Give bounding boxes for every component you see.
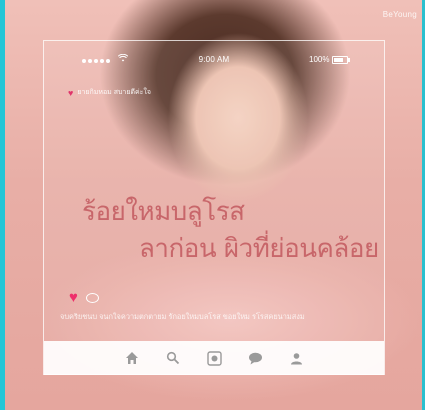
camera-icon[interactable]: [206, 350, 222, 366]
left-accent-bar: [0, 0, 5, 410]
brand-logo: BeYoung: [382, 10, 417, 19]
post-caption: จบคริยชนบ จนกใจความตกตายม รักอยใหมบลโรส …: [60, 312, 305, 321]
headline-line-1: ร้อยใหมบลูโรส: [82, 197, 245, 227]
chat-bubble-icon[interactable]: [247, 350, 263, 366]
battery-percent: 100%: [309, 55, 330, 64]
home-icon[interactable]: [124, 350, 140, 366]
phone-mockup-frame: 9:00 AM 100% ♥ ยายกิมหอม สบายดีค่ะใจ ร้อ…: [43, 40, 385, 375]
bottom-tab-bar: [44, 341, 384, 375]
status-bar: 9:00 AM 100%: [44, 53, 384, 69]
post-account-row[interactable]: ♥ ยายกิมหอม สบายดีค่ะใจ: [68, 87, 151, 98]
search-icon[interactable]: [165, 350, 181, 366]
post-actions: ♥: [69, 290, 99, 305]
heart-icon: ♥: [68, 87, 74, 98]
comment-icon[interactable]: [85, 292, 99, 303]
like-heart-icon[interactable]: ♥: [69, 290, 78, 305]
account-name: ยายกิมหอม สบายดีค่ะใจ: [77, 89, 151, 96]
profile-icon[interactable]: [288, 350, 304, 366]
battery-icon: [332, 56, 350, 64]
headline-line-2: ลาก่อน ผิวที่ย่อนคล้อย: [139, 234, 379, 264]
